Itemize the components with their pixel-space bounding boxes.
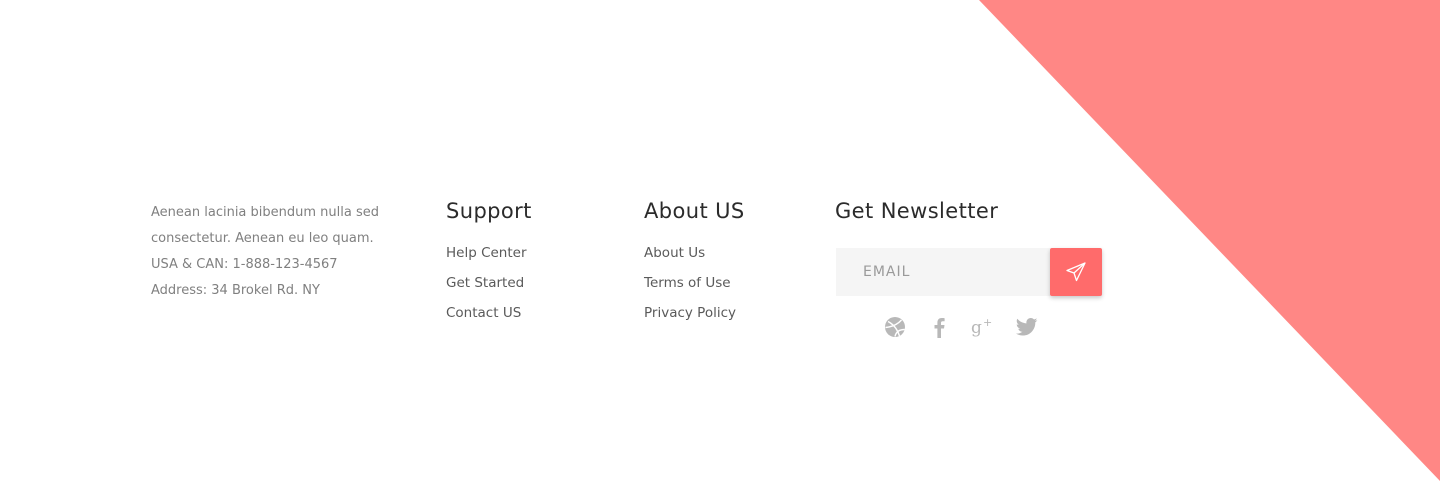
email-input[interactable]: [836, 248, 1050, 296]
about-text-line-1: Aenean lacinia bibendum nulla sed: [151, 205, 379, 220]
google-plus-icon: g +: [971, 316, 992, 338]
svg-text:g: g: [971, 318, 982, 338]
about-us-title: About US: [644, 199, 745, 223]
twitter-icon: [1016, 318, 1038, 336]
help-center-link[interactable]: Help Center: [446, 238, 626, 268]
dribbble-link[interactable]: [883, 315, 907, 339]
address-line: Address: 34 Brokel Rd. NY: [151, 283, 320, 298]
about-us-column: About US About Us Terms of Use Privacy P…: [644, 197, 824, 328]
facebook-icon: [934, 318, 945, 338]
social-links: g +: [883, 315, 1053, 339]
support-links: Help Center Get Started Contact US: [446, 238, 626, 328]
newsletter-title: Get Newsletter: [835, 199, 999, 223]
paper-plane-icon: [1066, 262, 1086, 282]
twitter-link[interactable]: [1015, 315, 1039, 339]
phone-line: USA & CAN: 1-888-123-4567: [151, 257, 338, 272]
subscribe-button[interactable]: [1050, 248, 1102, 296]
support-title: Support: [446, 199, 532, 223]
terms-of-use-link[interactable]: Terms of Use: [644, 268, 824, 298]
footer: Aenean lacinia bibendum nulla sed consec…: [0, 0, 1440, 484]
contact-info: Aenean lacinia bibendum nulla sed consec…: [151, 200, 411, 304]
about-us-links: About Us Terms of Use Privacy Policy: [644, 238, 824, 328]
facebook-link[interactable]: [927, 315, 951, 339]
support-column: Support Help Center Get Started Contact …: [446, 197, 626, 328]
privacy-policy-link[interactable]: Privacy Policy: [644, 298, 824, 328]
dribbble-icon: [885, 317, 905, 337]
svg-text:+: +: [983, 316, 992, 329]
get-started-link[interactable]: Get Started: [446, 268, 626, 298]
about-text-line-2: consectetur. Aenean eu leo quam.: [151, 231, 374, 246]
google-plus-link[interactable]: g +: [971, 315, 995, 339]
newsletter-form: [836, 248, 1102, 296]
about-us-link[interactable]: About Us: [644, 238, 824, 268]
contact-us-link[interactable]: Contact US: [446, 298, 626, 328]
newsletter-column: Get Newsletter EMAIL g +: [835, 197, 1115, 338]
